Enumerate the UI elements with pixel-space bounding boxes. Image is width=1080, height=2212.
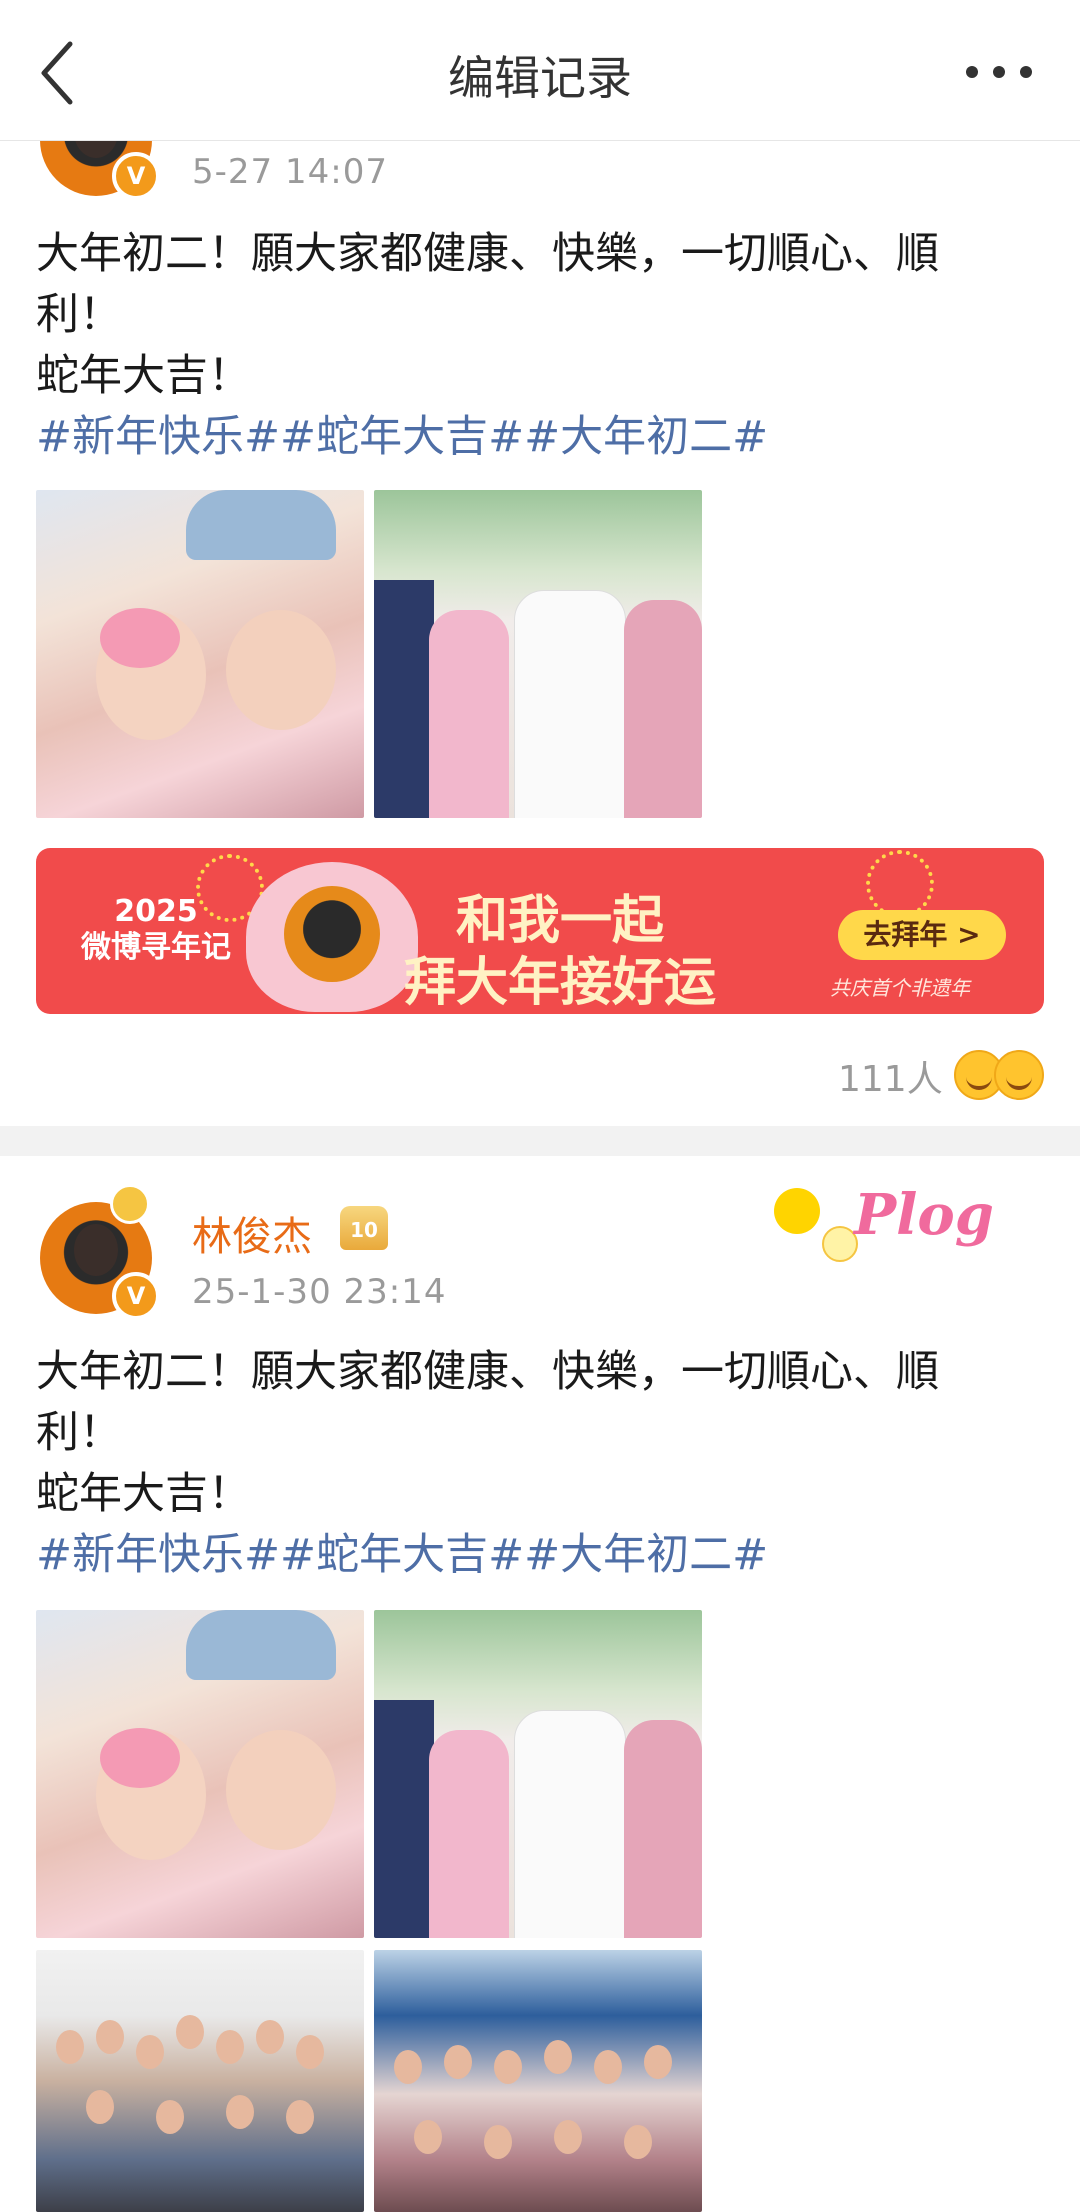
crown-badge-icon[interactable]: 10	[340, 1206, 388, 1250]
post-text-line: 大年初二！願大家都健康、快樂，一切順心、順	[36, 229, 939, 279]
ellipsis-icon-dot	[1020, 66, 1032, 78]
family-group-photo[interactable]	[374, 1610, 702, 1938]
firework-icon	[866, 850, 934, 918]
banner-subtitle: 共庆首个非遗年	[830, 976, 970, 1000]
plog-sticker[interactable]: Plog	[770, 1168, 1000, 1268]
plog-label: Plog	[854, 1182, 994, 1248]
new-year-promo-banner[interactable]: 2025 微博寻年记 和我一起 拜大年接好运 去拜年 > 共庆首个非遗年	[36, 848, 1044, 1014]
go-new-year-button[interactable]: 去拜年 >	[838, 910, 1006, 960]
family-group-photo[interactable]	[374, 490, 702, 818]
emoji-laugh-icon[interactable]	[994, 1050, 1044, 1100]
top-navigation-bar: 编辑记录	[0, 0, 1080, 141]
username[interactable]: 林俊杰	[192, 1204, 312, 1262]
page-title: 编辑记录	[448, 51, 632, 105]
post-time: 25-1-30 23:14	[192, 1272, 447, 1312]
verified-badge-icon: V	[112, 152, 160, 200]
hashtag-link[interactable]: #新年快乐##蛇年大吉##大年初二#	[36, 1525, 1046, 1586]
post-text: 大年初二！願大家都健康、快樂，一切順心、順 利！ 蛇年大吉！ #新年快乐##蛇年…	[36, 1342, 1046, 1586]
post-separator	[0, 1126, 1080, 1156]
post-text-line: 蛇年大吉！	[36, 351, 251, 401]
verified-badge-icon: V	[112, 1272, 160, 1320]
reaction-count[interactable]: 111人	[838, 1050, 943, 1102]
post-text-line: 利！	[36, 1408, 122, 1458]
family-babies-photo[interactable]	[36, 490, 364, 818]
post-time: 5-27 14:07	[192, 152, 388, 192]
ellipsis-icon-dot	[993, 66, 1005, 78]
more-options-button[interactable]	[966, 66, 1032, 80]
post-text-line: 蛇年大吉！	[36, 1469, 251, 1519]
post-text: 大年初二！願大家都健康、快樂，一切順心、順 利！ 蛇年大吉！ #新年快乐##蛇年…	[36, 224, 1046, 468]
large-family-photo[interactable]	[36, 1950, 364, 2212]
avatar-pendant-icon	[110, 1184, 150, 1224]
family-babies-photo[interactable]	[36, 1610, 364, 1938]
hashtag-link[interactable]: #新年快乐##蛇年大吉##大年初二#	[36, 407, 1046, 468]
post-text-line: 大年初二！願大家都健康、快樂，一切順心、順	[36, 1347, 939, 1397]
post-text-line: 利！	[36, 290, 122, 340]
ellipsis-icon-dot	[966, 66, 978, 78]
aquarium-family-photo[interactable]	[374, 1950, 702, 2212]
